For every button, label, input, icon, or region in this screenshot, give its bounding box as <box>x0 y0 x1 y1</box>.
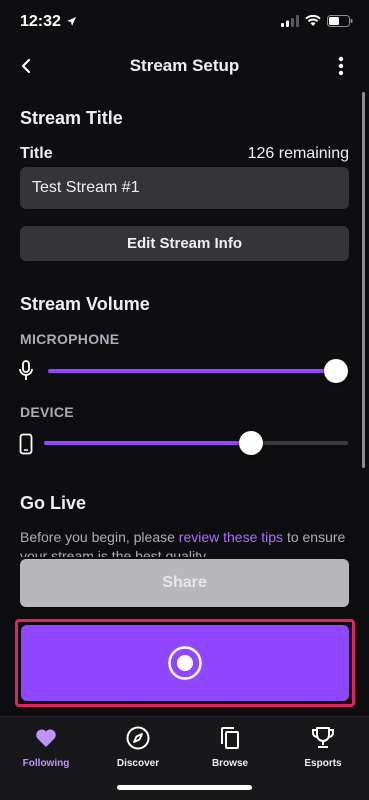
status-icons <box>281 14 353 32</box>
stream-title-input[interactable] <box>20 167 349 209</box>
slider-fill <box>48 369 336 373</box>
scroll-indicator[interactable] <box>362 92 365 468</box>
edit-stream-info-button[interactable]: Edit Stream Info <box>20 226 349 261</box>
status-bar: 12:32 <box>0 0 369 44</box>
phone-device-icon <box>16 433 36 455</box>
page-title: Stream Setup <box>129 56 240 75</box>
slider-thumb[interactable] <box>324 359 348 383</box>
device-volume-slider[interactable] <box>44 431 348 455</box>
microphone-label: MICROPHONE <box>20 331 120 347</box>
status-time: 12:32 <box>20 13 61 30</box>
more-options-button[interactable] <box>327 52 355 80</box>
compass-icon <box>125 725 151 751</box>
tab-label: Following <box>22 758 70 769</box>
tab-label: Discover <box>116 758 160 769</box>
stream-volume-heading: Stream Volume <box>20 294 150 314</box>
tab-discover[interactable]: Discover <box>92 725 184 769</box>
wifi-icon <box>305 14 321 32</box>
tab-browse[interactable]: Browse <box>184 725 276 769</box>
tab-label: Esports <box>304 758 342 769</box>
microphone-volume-slider[interactable] <box>48 359 348 383</box>
stream-title-heading: Stream Title <box>20 108 123 128</box>
remaining-characters: 126 remaining <box>247 145 349 162</box>
tab-following[interactable]: Following <box>0 725 92 769</box>
location-arrow-icon <box>66 14 77 32</box>
title-field-label: Title <box>20 145 53 162</box>
go-live-description: Before you begin, please review these ti… <box>20 528 350 557</box>
review-tips-link[interactable]: review these tips <box>179 529 283 545</box>
start-stream-button[interactable] <box>21 625 349 701</box>
microphone-icon <box>16 360 36 382</box>
tab-label: Browse <box>211 758 249 769</box>
slider-thumb[interactable] <box>238 431 263 455</box>
trophy-icon <box>310 725 336 751</box>
more-vertical-icon <box>338 56 344 76</box>
go-live-text-start: Before you begin, please <box>20 529 179 545</box>
browse-icon <box>217 725 243 751</box>
go-live-heading: Go Live <box>20 493 87 513</box>
heart-icon <box>33 725 59 751</box>
tab-esports[interactable]: Esports <box>277 725 369 769</box>
record-icon <box>168 646 202 680</box>
home-indicator <box>117 785 252 790</box>
device-label: DEVICE <box>20 404 74 420</box>
slider-fill <box>44 441 251 445</box>
battery-icon <box>327 14 353 32</box>
share-button[interactable]: Share <box>20 559 349 607</box>
nav-bar: Stream Setup <box>0 44 369 88</box>
cellular-signal-icon <box>281 14 299 32</box>
